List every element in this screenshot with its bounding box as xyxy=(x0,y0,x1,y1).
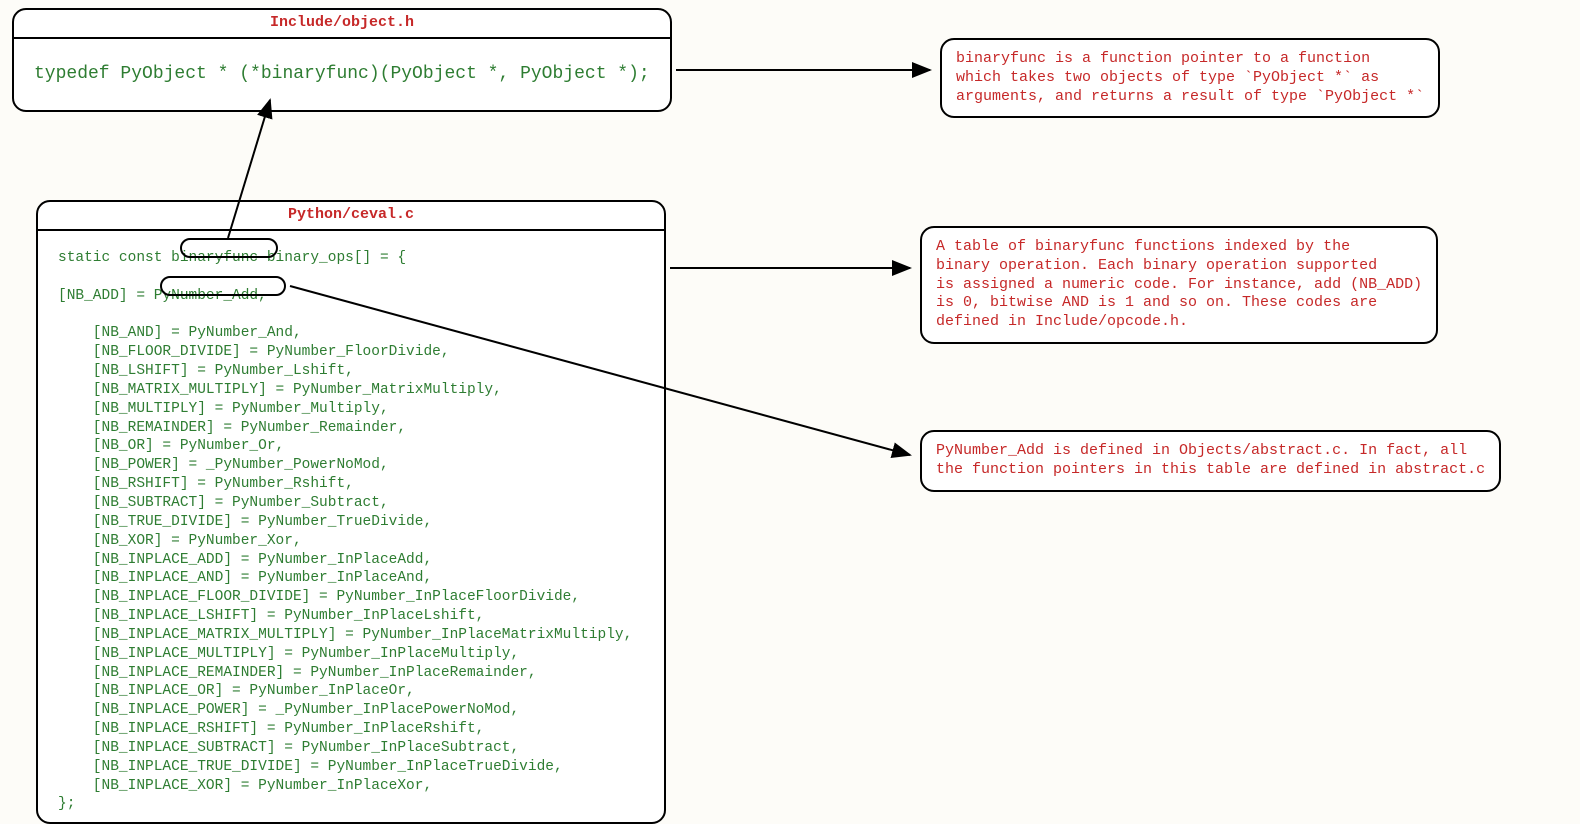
box2-code-head: static const binaryfunc binary_ops[] = { xyxy=(58,250,406,266)
box2-title: Python/ceval.c xyxy=(38,202,664,231)
callout-pynumber-add: PyNumber_Add is defined in Objects/abstr… xyxy=(920,430,1501,492)
box1-title: Include/object.h xyxy=(14,10,670,39)
box2-code: static const binaryfunc binary_ops[] = {… xyxy=(38,231,664,822)
box1-code: typedef PyObject * (*binaryfunc)(PyObjec… xyxy=(14,39,670,110)
box2-code-rest: [NB_AND] = PyNumber_And, [NB_FLOOR_DIVID… xyxy=(58,325,632,812)
box2-code-nbadd: [NB_ADD] = PyNumber_Add, xyxy=(58,288,267,304)
callout-binary-ops-table: A table of binaryfunc functions indexed … xyxy=(920,226,1438,344)
callout-binaryfunc-desc: binaryfunc is a function pointer to a fu… xyxy=(940,38,1440,118)
code-box-ceval-c: Python/ceval.c static const binaryfunc b… xyxy=(36,200,666,824)
code-box-object-h: Include/object.h typedef PyObject * (*bi… xyxy=(12,8,672,112)
